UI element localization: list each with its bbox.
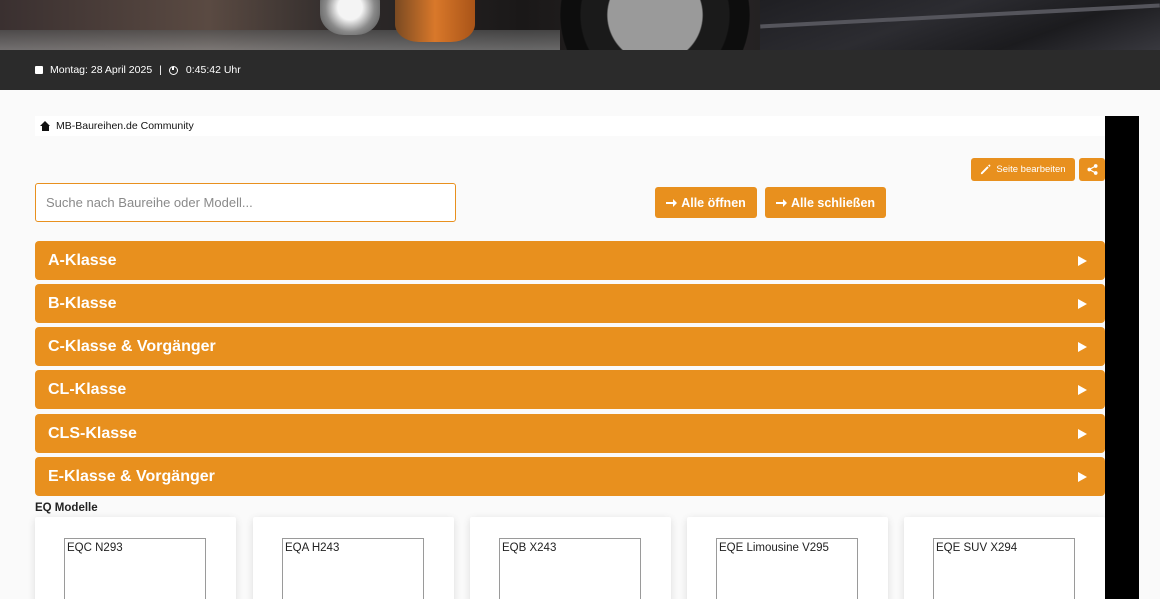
model-card-label: EQC N293 xyxy=(67,542,123,554)
close-all-label: Alle schließen xyxy=(790,195,876,210)
breadcrumb-home-link[interactable]: MB-Baureihen.de Community xyxy=(56,120,194,132)
accordion-label: E-Klasse & Vorgänger xyxy=(48,467,215,485)
accordion-cls-klasse[interactable]: CLS-Klasse xyxy=(35,414,1105,453)
model-card-eqa[interactable]: EQA H243 xyxy=(253,517,454,599)
arrow-right-icon xyxy=(666,198,678,207)
date-bar: Montag: 28 April 2025 | 0:45:42 Uhr xyxy=(0,50,1160,90)
current-date: Montag: 28 April 2025 xyxy=(50,64,153,76)
model-card-eqc[interactable]: EQC N293 xyxy=(35,517,236,599)
triangle-right-icon xyxy=(1078,471,1087,482)
arrow-right-icon xyxy=(775,198,787,207)
current-time: 0:45:42 Uhr xyxy=(185,64,241,76)
accordion-label: CL-Klasse xyxy=(48,380,127,398)
share-button[interactable] xyxy=(1079,158,1105,181)
open-all-label: Alle öffnen xyxy=(681,195,746,210)
accordion-label: CLS-Klasse xyxy=(48,424,137,442)
accordion-b-klasse[interactable]: B-Klasse xyxy=(35,284,1105,323)
right-sidebar-bar xyxy=(1105,116,1139,599)
calendar-icon xyxy=(35,66,43,74)
search-input[interactable] xyxy=(35,183,456,222)
model-card-eqe-suv[interactable]: EQE SUV X294 xyxy=(904,517,1105,599)
model-image-frame[interactable]: EQB X243 xyxy=(499,538,641,599)
triangle-right-icon xyxy=(1078,428,1087,439)
accordion-label: C-Klasse & Vorgänger xyxy=(48,337,216,355)
edit-page-button[interactable]: Seite bearbeiten xyxy=(971,158,1075,181)
triangle-right-icon xyxy=(1078,341,1087,352)
model-image-frame[interactable]: EQE Limousine V295 xyxy=(716,538,858,599)
triangle-right-icon xyxy=(1078,298,1087,309)
triangle-right-icon xyxy=(1078,255,1087,266)
model-card-eqb[interactable]: EQB X243 xyxy=(470,517,671,599)
accordion-c-klasse[interactable]: C-Klasse & Vorgänger xyxy=(35,327,1105,366)
header-hero-image xyxy=(0,0,1160,50)
close-all-button[interactable]: Alle schließen xyxy=(765,187,886,218)
clock-icon xyxy=(168,65,178,75)
accordion-label: B-Klasse xyxy=(48,294,117,312)
model-card-label: EQE Limousine V295 xyxy=(719,542,829,554)
section-title-eq: EQ Modelle xyxy=(35,502,98,514)
home-icon[interactable] xyxy=(40,121,51,131)
edit-page-label: Seite bearbeiten xyxy=(996,164,1066,175)
model-card-label: EQB X243 xyxy=(502,542,557,554)
accordion-a-klasse[interactable]: A-Klasse xyxy=(35,241,1105,280)
pencil-icon xyxy=(981,164,991,175)
accordion-e-klasse[interactable]: E-Klasse & Vorgänger xyxy=(35,457,1105,496)
model-card-label: EQE SUV X294 xyxy=(936,542,1018,554)
model-image-frame[interactable]: EQA H243 xyxy=(282,538,424,599)
model-card-label: EQA H243 xyxy=(285,542,340,554)
share-icon xyxy=(1086,164,1098,175)
model-image-frame[interactable]: EQE SUV X294 xyxy=(933,538,1075,599)
breadcrumb: MB-Baureihen.de Community xyxy=(35,116,1105,136)
accordion-label: A-Klasse xyxy=(48,251,117,269)
triangle-right-icon xyxy=(1078,384,1087,395)
open-all-button[interactable]: Alle öffnen xyxy=(655,187,757,218)
date-separator: | xyxy=(159,64,162,76)
model-card-eqe-limousine[interactable]: EQE Limousine V295 xyxy=(687,517,888,599)
model-image-frame[interactable]: EQC N293 xyxy=(64,538,206,599)
accordion-cl-klasse[interactable]: CL-Klasse xyxy=(35,370,1105,409)
